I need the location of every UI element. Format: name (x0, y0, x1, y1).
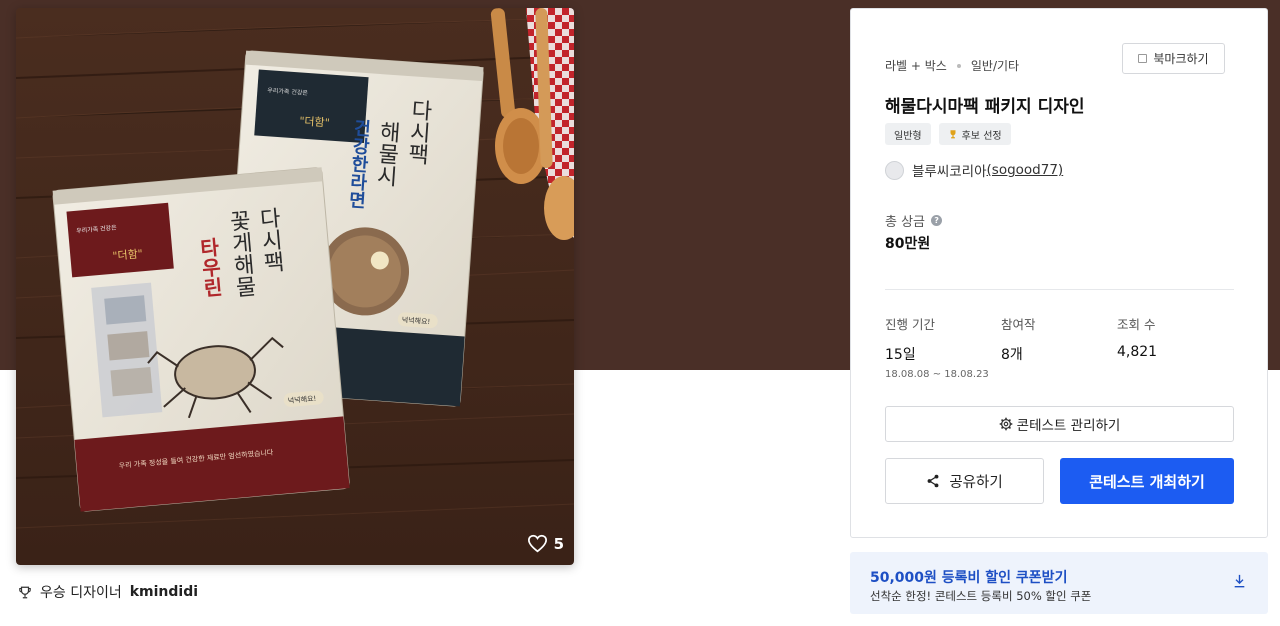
contest-tags: 일반형 후보 선정 (885, 123, 1011, 145)
winner-info: 우승 디자이너 kmindidi (18, 582, 198, 602)
stat-period-value: 15일 (885, 347, 916, 363)
breadcrumb: 라벨 + 박스 일반/기타 (885, 57, 1019, 74)
stat-views-value: 4,821 (1117, 344, 1158, 360)
stat-entries-label: 참여작 (1001, 317, 1036, 332)
question-icon[interactable]: ? (931, 215, 943, 226)
tag-type: 일반형 (885, 123, 931, 145)
download-icon[interactable] (1233, 574, 1246, 588)
tag-candidate: 후보 선정 (938, 123, 1011, 145)
trophy-icon (950, 130, 956, 139)
prize-label-row: 총 상금 ? (885, 211, 943, 230)
back-pack-brand: "더함" (299, 115, 330, 130)
divider (885, 289, 1234, 290)
like-button[interactable]: 5 (527, 534, 564, 553)
stat-entries: 참여작 8개 (1001, 314, 1036, 364)
contest-main-image[interactable]: 우리가족 건강은 "더함" 다시팩 해물시 건강한라면 넉넉해요! 우리가족 건… (16, 8, 574, 565)
avatar (885, 160, 904, 180)
front-pack-brand: "더함" (112, 247, 143, 263)
stat-period-range: 18.08.08 ~ 18.08.23 (885, 369, 989, 380)
winner-name[interactable]: kmindidi (130, 584, 198, 600)
coupon-banner[interactable]: 50,000원 등록비 할인 쿠폰받기 선착순 한정! 콘테스트 등록비 50%… (850, 552, 1268, 614)
prize-label: 총 상금 (885, 215, 926, 230)
bookmark-label: 북마크하기 (1153, 52, 1209, 66)
back-pack-title-col1: 해물시 (372, 120, 402, 188)
back-pack-title-col2: 다시팩 (403, 98, 433, 166)
heart-icon (527, 534, 547, 553)
bookmark-button[interactable]: 북마크하기 (1122, 43, 1225, 74)
winner-label: 우승 디자이너 (40, 585, 122, 601)
share-label: 공유하기 (949, 474, 1003, 491)
share-button[interactable]: 공유하기 (885, 458, 1044, 504)
stat-views-label: 조회 수 (1117, 317, 1156, 332)
contest-title: 해물다시마팩 패키지 디자인 (885, 97, 1085, 117)
package-photo: 우리가족 건강은 "더함" 다시팩 해물시 건강한라면 넉넉해요! 우리가족 건… (16, 8, 574, 565)
contest-info-panel: 라벨 + 박스 일반/기타 북마크하기 해물다시마팩 패키지 디자인 일반형 후… (850, 8, 1268, 538)
owner-handle[interactable]: (sogood77) (987, 162, 1064, 178)
gear-icon (999, 417, 1012, 431)
breadcrumb-subcategory[interactable]: 일반/기타 (971, 57, 1019, 74)
contest-owner[interactable]: 블루씨코리아 (sogood77) (885, 160, 1063, 180)
trophy-icon (19, 586, 31, 598)
breadcrumb-separator (956, 63, 961, 68)
stat-period-label: 진행 기간 (885, 317, 935, 332)
tag-candidate-label: 후보 선정 (961, 130, 1002, 142)
open-contest-button[interactable]: 콘테스트 개최하기 (1060, 458, 1234, 504)
manage-contest-button[interactable]: 콘테스트 관리하기 (885, 406, 1234, 442)
coupon-title: 50,000원 등록비 할인 쿠폰받기 (870, 570, 1068, 586)
share-icon (927, 474, 939, 488)
stat-entries-value: 8개 (1001, 347, 1023, 363)
manage-contest-label: 콘테스트 관리하기 (1016, 418, 1121, 434)
tag-type-label: 일반형 (894, 130, 922, 142)
like-count: 5 (553, 534, 564, 553)
stat-views: 조회 수 4,821 (1117, 314, 1157, 360)
bookmark-icon (1138, 54, 1148, 63)
breadcrumb-category[interactable]: 라벨 + 박스 (885, 57, 947, 74)
owner-name: 블루씨코리아 (912, 164, 987, 180)
prize-value: 80만원 (885, 236, 931, 252)
stat-period: 진행 기간 15일 18.08.08 ~ 18.08.23 (885, 314, 989, 380)
coupon-subtitle: 선착순 한정! 콘테스트 등록비 50% 할인 쿠폰 (870, 589, 1092, 603)
